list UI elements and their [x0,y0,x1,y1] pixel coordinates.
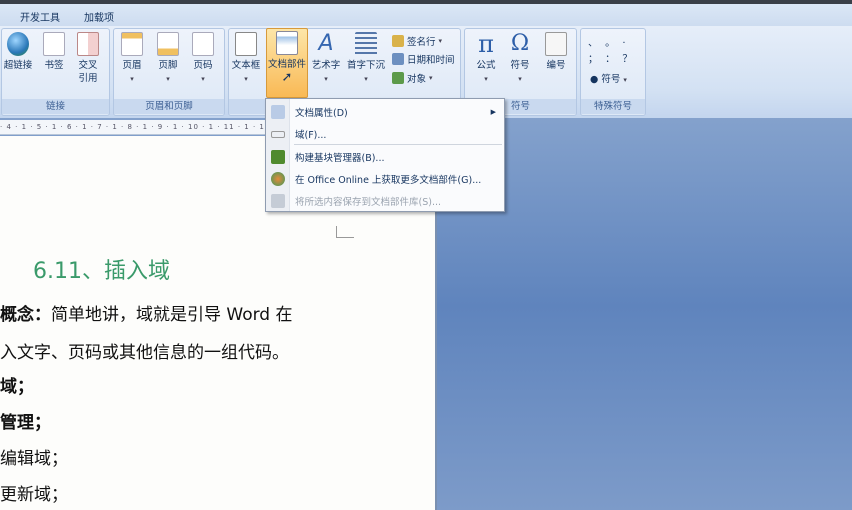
dropdown-caret: ▾ [518,75,522,83]
menu-item-get-more-online[interactable]: 在 Office Online 上获取更多文档部件(G)... [266,168,504,190]
bookmark-icon [43,32,65,56]
equation-button[interactable]: π 公式 ▾ [468,30,504,86]
doc-line: 更新域； [0,485,68,505]
label: 签名行 [407,37,436,48]
drop-cap-icon [355,32,377,56]
doc-line: 编辑域； [0,449,68,469]
label: 页脚 [158,60,178,71]
label: 文档属性(D) [295,108,348,119]
cross-reference-icon [77,32,99,56]
label: 文本框 [231,60,261,71]
dropdown-caret: ▾ [244,75,248,83]
doc-line: 管理； [0,413,51,433]
building-blocks-icon [271,150,285,164]
document-heading: 6.11、插入域 [33,259,170,284]
dropdown-caret: ▾ [324,75,328,83]
label: 书签 [44,60,64,71]
label: 编号 [546,60,566,71]
label: 文档部件 [267,59,306,70]
wordart-icon: A [318,31,334,56]
special-characters-grid[interactable]: 、 。 · ； ： ？ [588,36,642,68]
footer-button[interactable]: 页脚 ▾ [150,30,186,86]
symbol-button[interactable]: Ω 符号 ▾ [502,30,538,86]
label: 构建基块管理器(B)... [295,153,385,164]
page-number-button[interactable]: 页码 ▾ [185,30,221,86]
dropdown-caret: ▾ [201,75,205,83]
quick-parts-icon [276,31,298,55]
document-property-icon [271,105,285,119]
label: 符号 [510,60,530,71]
label: 页码 [193,60,213,71]
menu-item-save-selection: 将所选内容保存到文档部件库(S)... [266,190,504,212]
dropdown-caret: ▾ [364,75,368,83]
textbox-icon [235,32,257,56]
office-online-icon [271,172,285,186]
doc-line: 入文字、页码或其他信息的一组代码。 [0,343,289,363]
dropdown-caret: ▾ [166,75,170,83]
dropdown-caret: ▾ [484,75,488,83]
cross-reference-button[interactable]: 交叉 引用 [70,30,106,85]
label: 首字下沉 [346,60,385,71]
special-symbol-button[interactable]: ● 符号 ▾ [590,71,627,85]
wordart-button[interactable]: A 艺术字 ▾ [308,30,344,86]
ribbon-tabs: 开发工具 加载项 [0,4,852,26]
label: 交叉 [78,60,98,71]
label: 将所选内容保存到文档部件库(S)... [295,197,442,208]
page-margin-corner [336,226,354,238]
object-icon [392,72,404,84]
bookmark-button[interactable]: 书签 [36,30,72,72]
tab-addins[interactable]: 加载项 [84,9,114,24]
mouse-cursor-icon: ➚ [281,70,293,85]
numbering-button[interactable]: 编号 [538,30,574,72]
quick-parts-menu: 文档属性(D) ▶ 域(F)... 构建基块管理器(B)... 在 Office … [265,98,505,212]
label: 艺术字 [311,60,341,71]
field-icon [271,130,285,138]
signature-icon [392,35,404,47]
doc-line: 概念：简单地讲，域就是引导 Word 在 [0,305,293,325]
globe-icon [7,32,29,56]
calendar-icon [392,53,404,65]
numbering-icon [545,32,567,56]
label: 在 Office Online 上获取更多文档部件(G)... [295,175,482,186]
label: 日期和时间 [407,55,455,66]
label: 超链接 [3,60,33,71]
doc-line: 域； [0,377,34,397]
menu-item-field[interactable]: 域(F)... [266,123,504,145]
header-icon [121,32,143,56]
object-button[interactable]: 对象 ▾ [392,71,433,85]
label: 符号 [601,74,621,85]
menu-separator [294,144,502,145]
drop-cap-button[interactable]: 首字下沉 ▾ [346,30,386,86]
save-to-gallery-icon [271,194,285,208]
menu-item-document-property[interactable]: 文档属性(D) ▶ [266,101,504,123]
label: 域(F)... [295,130,327,141]
label: 引用 [78,73,98,84]
label: 对象 [407,74,427,85]
hyperlink-button[interactable]: 超链接 [0,30,36,72]
omega-icon: Ω [510,31,530,56]
page-number-icon [192,32,214,56]
label: 页眉 [122,60,142,71]
textbox-button[interactable]: 文本框 ▾ [228,30,264,86]
date-time-button[interactable]: 日期和时间 [392,52,455,66]
group-label: 页眉和页脚 [114,99,224,114]
tab-developer[interactable]: 开发工具 [20,9,60,24]
signature-line-button[interactable]: 签名行 ▾ [392,34,442,48]
dropdown-caret: ▾ [130,75,134,83]
submenu-arrow-icon: ▶ [490,108,496,116]
group-label: 特殊符号 [581,99,645,114]
label: 公式 [476,60,496,71]
pi-icon: π [478,30,494,58]
group-label: 链接 [2,99,109,114]
quick-parts-button[interactable]: 文档部件 ➚ [266,28,308,98]
footer-icon [157,32,179,56]
header-button[interactable]: 页眉 ▾ [114,30,150,86]
menu-item-building-blocks-organizer[interactable]: 构建基块管理器(B)... [266,146,504,168]
